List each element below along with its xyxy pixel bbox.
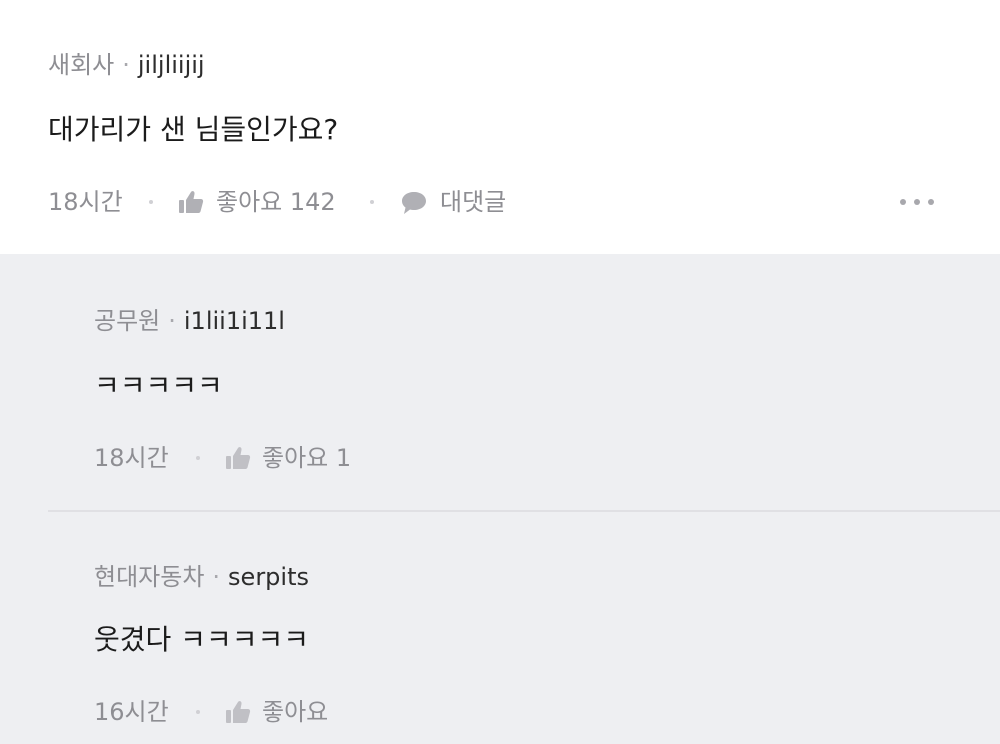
reply-text: ㅋㅋㅋㅋㅋ xyxy=(94,369,223,402)
thumbs-up-icon xyxy=(179,191,204,213)
reply-label: 대댓글 xyxy=(440,188,507,216)
comment-actions: 18시간 좋아요 142 대댓글 xyxy=(48,184,608,220)
comment-author[interactable]: 새회사 · jiljliijij xyxy=(48,50,205,80)
author-company: 새회사 xyxy=(48,51,115,79)
dot-separator xyxy=(196,710,200,714)
author-nickname[interactable]: serpits xyxy=(228,563,309,591)
reply-divider xyxy=(48,510,1000,512)
author-separator: · xyxy=(168,307,176,335)
speech-bubble-icon xyxy=(402,192,426,214)
main-comment: 새회사 · jiljliijij 대가리가 샌 님들인가요? 18시간 좋아요 14… xyxy=(0,0,1000,254)
author-company: 현대자동차 xyxy=(94,563,205,591)
author-nickname[interactable]: jiljliijij xyxy=(138,51,205,79)
like-count: 142 xyxy=(289,188,336,216)
author-separator: · xyxy=(122,51,130,79)
reply-actions: 16시간 좋아요 xyxy=(94,694,494,730)
more-dots-icon[interactable] xyxy=(898,194,938,210)
like-count: 1 xyxy=(335,444,352,472)
like-label: 좋아요 xyxy=(216,188,283,216)
reply-time: 18시간 xyxy=(94,444,169,472)
reply-actions: 18시간 좋아요 1 xyxy=(94,440,494,476)
comment-time: 18시간 xyxy=(48,188,123,216)
comment-text: 대가리가 샌 님들인가요? xyxy=(48,113,339,146)
dot-separator xyxy=(196,456,200,460)
dot-separator xyxy=(370,200,374,204)
dot-separator xyxy=(149,200,153,204)
author-separator: · xyxy=(212,563,221,591)
thumbs-up-icon xyxy=(226,701,251,723)
reply-text: 웃겼다 ㅋㅋㅋㅋㅋ xyxy=(94,623,309,656)
thumbs-up-icon xyxy=(226,447,251,469)
reply-author[interactable]: 현대자동차 · serpits xyxy=(94,562,309,592)
author-nickname[interactable]: i1lii1i11l xyxy=(184,307,285,335)
like-label: 좋아요 xyxy=(262,698,329,726)
reply-author[interactable]: 공무원 · i1lii1i11l xyxy=(94,306,285,336)
reply-list: 공무원 · i1lii1i11l ㅋㅋㅋㅋㅋ 18시간 좋아요 1 현대자동차 · se… xyxy=(0,254,1000,744)
reply-time: 16시간 xyxy=(94,698,169,726)
author-company: 공무원 xyxy=(94,307,161,335)
like-label: 좋아요 xyxy=(262,444,329,472)
